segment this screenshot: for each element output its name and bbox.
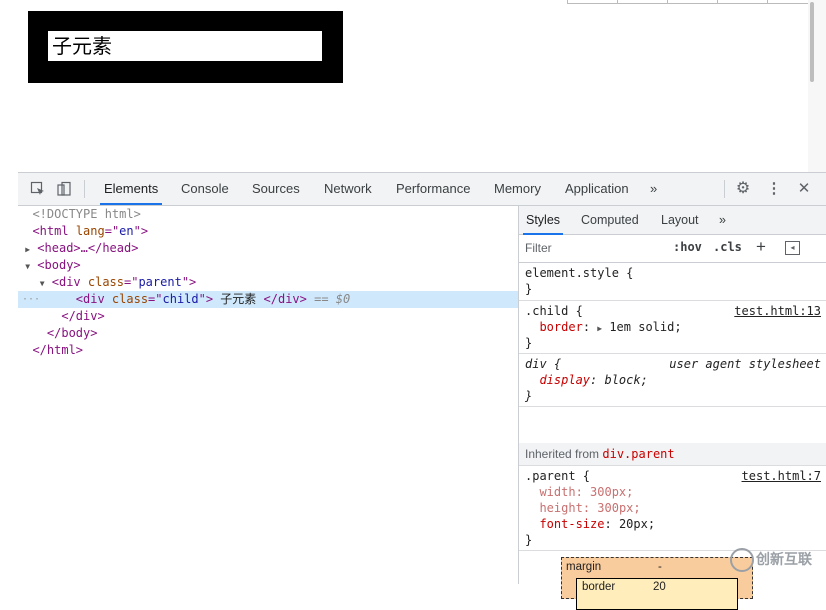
tab-computed[interactable]: Computed [581,206,639,234]
dom-line-html[interactable]: <html lang="en"> [18,223,518,240]
kebab-menu-icon[interactable]: ⋮ [766,181,782,197]
devtools-tabbar: Elements Console Sources Network Perform… [18,173,826,206]
rule-parent: .parent { test.html:7 width: 300px; heig… [519,466,826,551]
rule-div-user-agent: div { user agent stylesheet display: blo… [519,354,826,407]
dom-line-html-close[interactable]: </html> [18,342,518,359]
watermark-text: 创新互联 [756,551,812,567]
expand-shorthand-icon[interactable]: ▶ [597,324,602,333]
more-sidebar-tabs-button[interactable]: » [719,206,726,234]
tab-layout[interactable]: Layout [661,206,699,234]
inspect-element-icon[interactable] [30,181,46,197]
page-scrollbar[interactable] [808,0,826,172]
toggle-sidebar-pane-icon[interactable]: ◂ [785,241,800,255]
expand-triangle-icon[interactable]: ▶ [25,245,30,254]
collapse-triangle-icon[interactable]: ▼ [40,279,45,288]
dom-line-div-parent[interactable]: ▼ <div class="parent"> [18,274,518,291]
source-link-parent[interactable]: test.html:7 [742,468,821,484]
collapse-triangle-icon[interactable]: ▼ [25,262,30,271]
dom-line-head[interactable]: ▶ <head>…</head> [18,240,518,257]
tab-application[interactable]: Application [565,173,629,204]
tab-elements[interactable]: Elements [99,173,163,205]
dom-tree: <!DOCTYPE html> <html lang="en"> ▶ <head… [18,206,518,584]
more-options-dots-icon[interactable]: ··· [22,291,40,308]
new-style-rule-button[interactable]: + [756,237,766,257]
child-preview-text: 子元素 [52,34,112,58]
dom-line-doctype[interactable]: <!DOCTYPE html> [18,206,518,223]
more-tabs-button[interactable]: » [650,173,657,204]
child-preview-box: 子元素 [48,31,322,61]
parent-preview-box: 子元素 [28,11,343,83]
page-scrollbar-thumb[interactable] [810,2,814,82]
device-toolbar-icon[interactable] [56,181,72,197]
rule-child: .child { test.html:13 border: ▶ 1em soli… [519,301,826,354]
styles-sidebar: Styles Computed Layout » Filter :hov .cl… [518,206,826,610]
tab-network[interactable]: Network [324,173,372,204]
tab-console[interactable]: Console [181,173,229,204]
dom-line-div-close[interactable]: </div> [18,308,518,325]
watermark-logo-icon [730,548,754,572]
tab-styles[interactable]: Styles [522,206,564,235]
inherited-from-header: Inherited from div.parent [519,443,826,466]
filter-input[interactable]: Filter [525,241,552,255]
inherited-from-link[interactable]: div.parent [602,447,674,461]
box-model-margin[interactable]: margin - border 20 [561,557,753,610]
tab-sources[interactable]: Sources [252,173,300,204]
tab-memory[interactable]: Memory [494,173,541,204]
cls-toggle-button[interactable]: .cls [713,240,742,254]
tab-performance[interactable]: Performance [396,173,470,204]
hov-toggle-button[interactable]: :hov [673,240,702,254]
toolbar-separator [84,180,85,198]
source-link-child[interactable]: test.html:13 [734,303,821,319]
page-ruler [567,0,826,4]
styles-filter-row: Filter :hov .cls + ◂ [519,235,826,263]
close-icon[interactable]: ✕ [796,181,812,197]
devtools-panel: Elements Console Sources Network Perform… [18,172,826,610]
toolbar-separator [724,180,725,198]
rule-element-style: element.style { } [519,263,826,301]
styles-sidebar-tabs: Styles Computed Layout » [519,206,826,235]
dom-line-div-child[interactable]: ··· <div class="child"> 子元素 </div> == $0 [18,291,518,308]
dom-line-body-close[interactable]: </body> [18,325,518,342]
dom-line-body[interactable]: ▼ <body> [18,257,518,274]
settings-gear-icon[interactable]: ⚙ [735,181,751,197]
